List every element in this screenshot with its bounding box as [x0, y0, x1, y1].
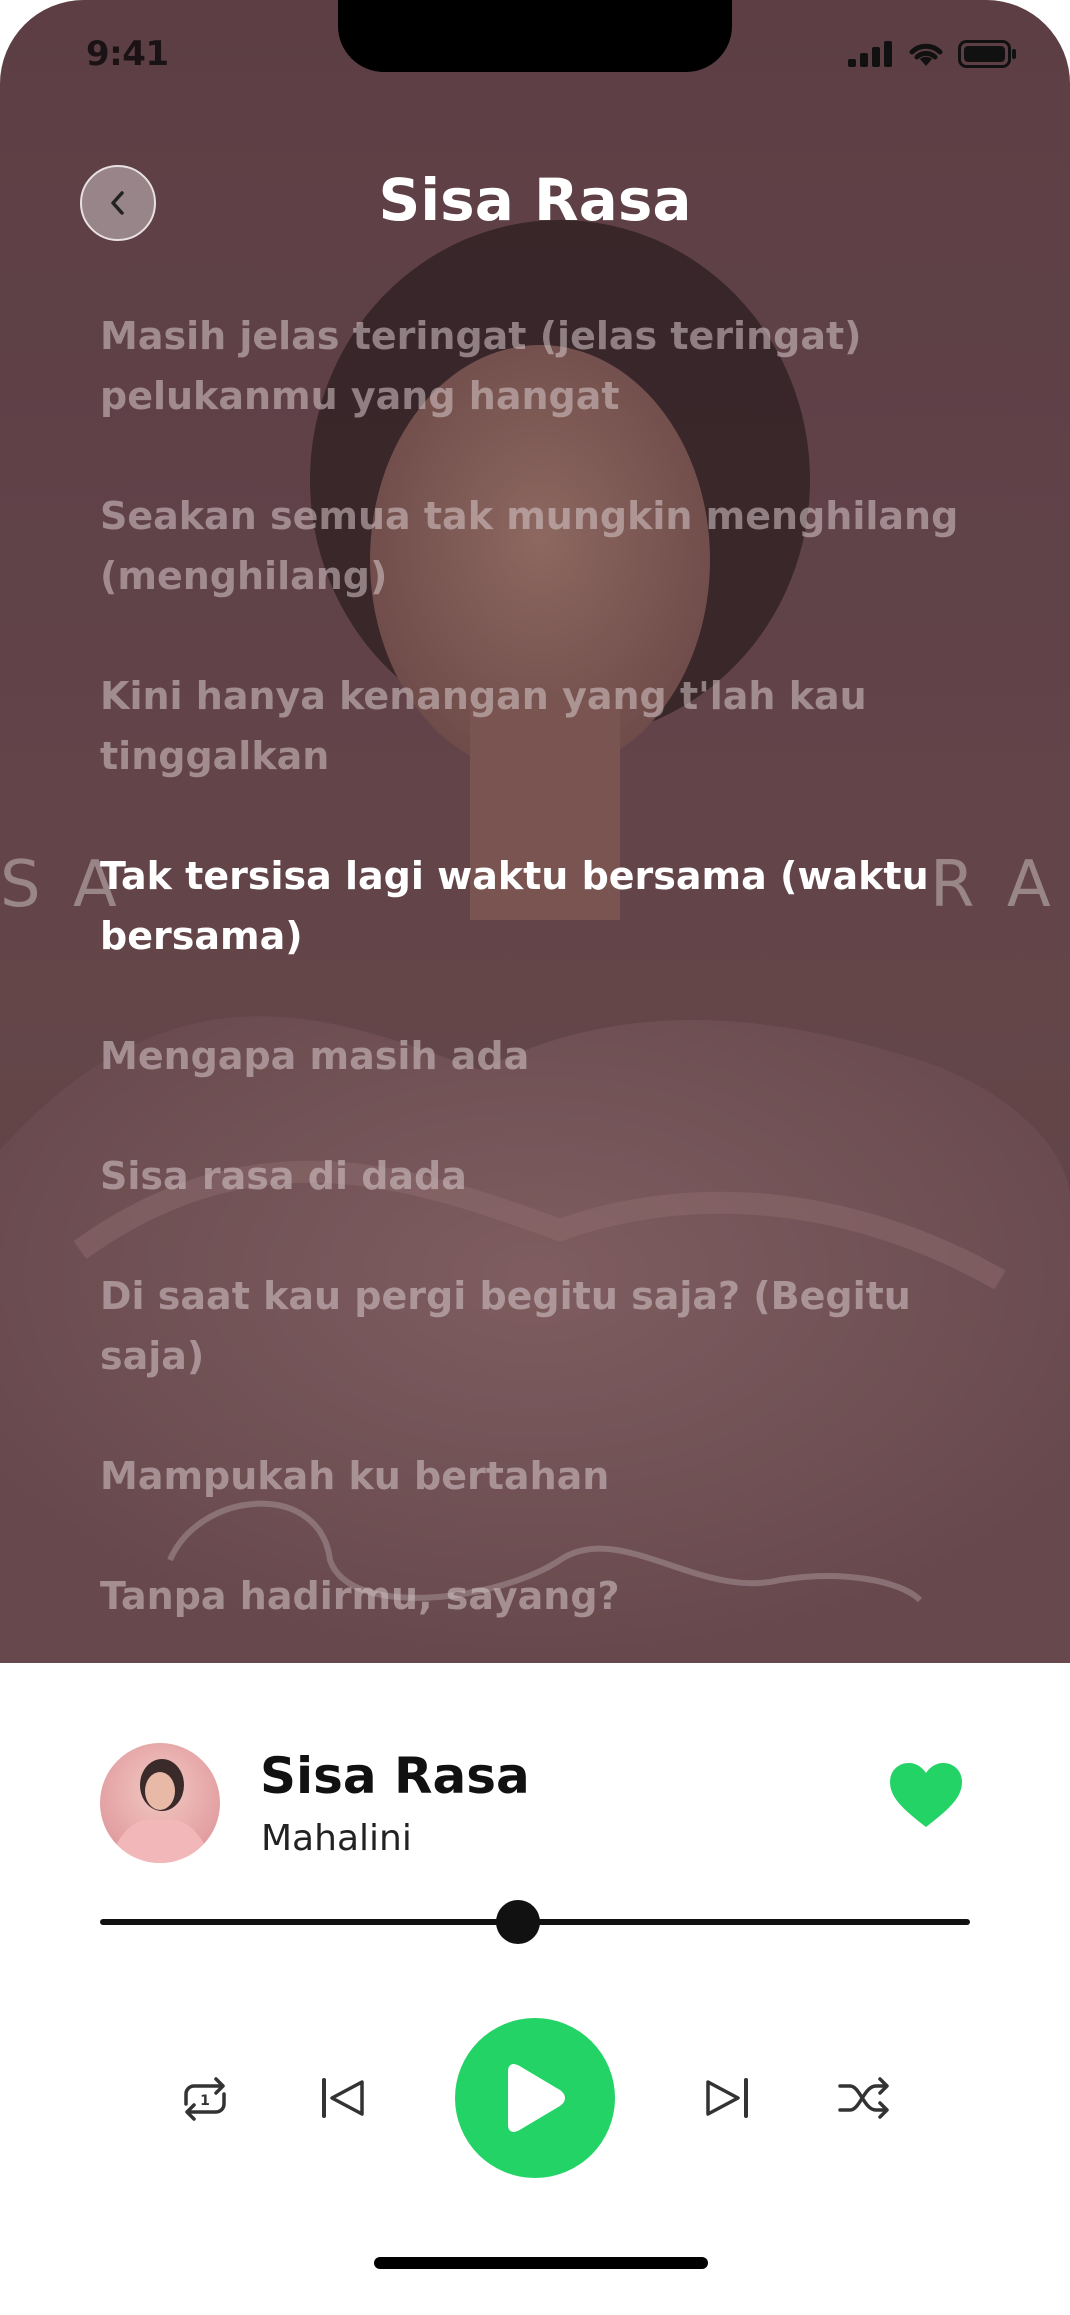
lyrics-list: Masih jelas teringat (jelas teringat) pe… — [100, 306, 980, 1663]
repeat-count: 1 — [200, 2093, 210, 2109]
progress-knob[interactable] — [495, 1900, 540, 1944]
battery-icon — [958, 40, 1016, 68]
lyric-line[interactable]: Mengapa masih ada — [100, 1026, 980, 1086]
lyric-line[interactable]: Mampukah ku bertahan — [100, 1446, 980, 1506]
lyric-line[interactable]: Masih jelas teringat (jelas teringat) pe… — [100, 306, 980, 426]
album-thumbnail-art — [110, 1759, 212, 1863]
shuffle-icon[interactable] — [836, 2074, 892, 2122]
song-title: Sisa Rasa — [260, 1747, 530, 1805]
play-icon — [508, 2064, 565, 2132]
repeat-one-icon[interactable]: 1 — [176, 2074, 234, 2124]
lyric-line-active[interactable]: Tak tersisa lagi waktu bersama (waktu be… — [100, 846, 980, 966]
phone-screen: S A R A 9:41 Sisa Rasa Masih jelas terin… — [0, 0, 1070, 2315]
status-icons — [848, 40, 1018, 68]
play-button[interactable] — [455, 2018, 615, 2178]
song-artist: Mahalini — [261, 1818, 412, 1859]
album-thumbnail — [100, 1743, 220, 1863]
home-indicator — [374, 2257, 708, 2269]
lyric-line[interactable]: Tanpa hadirmu, sayang? — [100, 1566, 980, 1626]
now-playing-panel: Sisa Rasa Mahalini 1 — [0, 1663, 1070, 2315]
lyric-line[interactable]: Seakan semua tak mungkin menghilang (men… — [100, 486, 980, 606]
lyric-line[interactable]: Sisa rasa di dada — [100, 1146, 980, 1206]
page-title: Sisa Rasa — [378, 166, 692, 234]
previous-icon[interactable] — [318, 2074, 370, 2122]
lyric-line[interactable]: Di saat kau pergi begitu saja? (Begitu s… — [100, 1266, 980, 1386]
device-notch — [338, 0, 732, 72]
heart-icon[interactable] — [890, 1763, 962, 1829]
status-time: 9:41 — [86, 34, 169, 74]
next-icon[interactable] — [700, 2074, 752, 2122]
signal-icon — [848, 41, 892, 67]
wifi-icon — [909, 43, 943, 66]
lyrics-view: S A R A 9:41 Sisa Rasa Masih jelas terin… — [0, 0, 1070, 1663]
playback-controls: 1 — [0, 2018, 1070, 2178]
lyric-line[interactable]: Kini hanya kenangan yang t'lah kau tingg… — [100, 666, 980, 786]
progress-slider[interactable] — [100, 1900, 970, 1944]
